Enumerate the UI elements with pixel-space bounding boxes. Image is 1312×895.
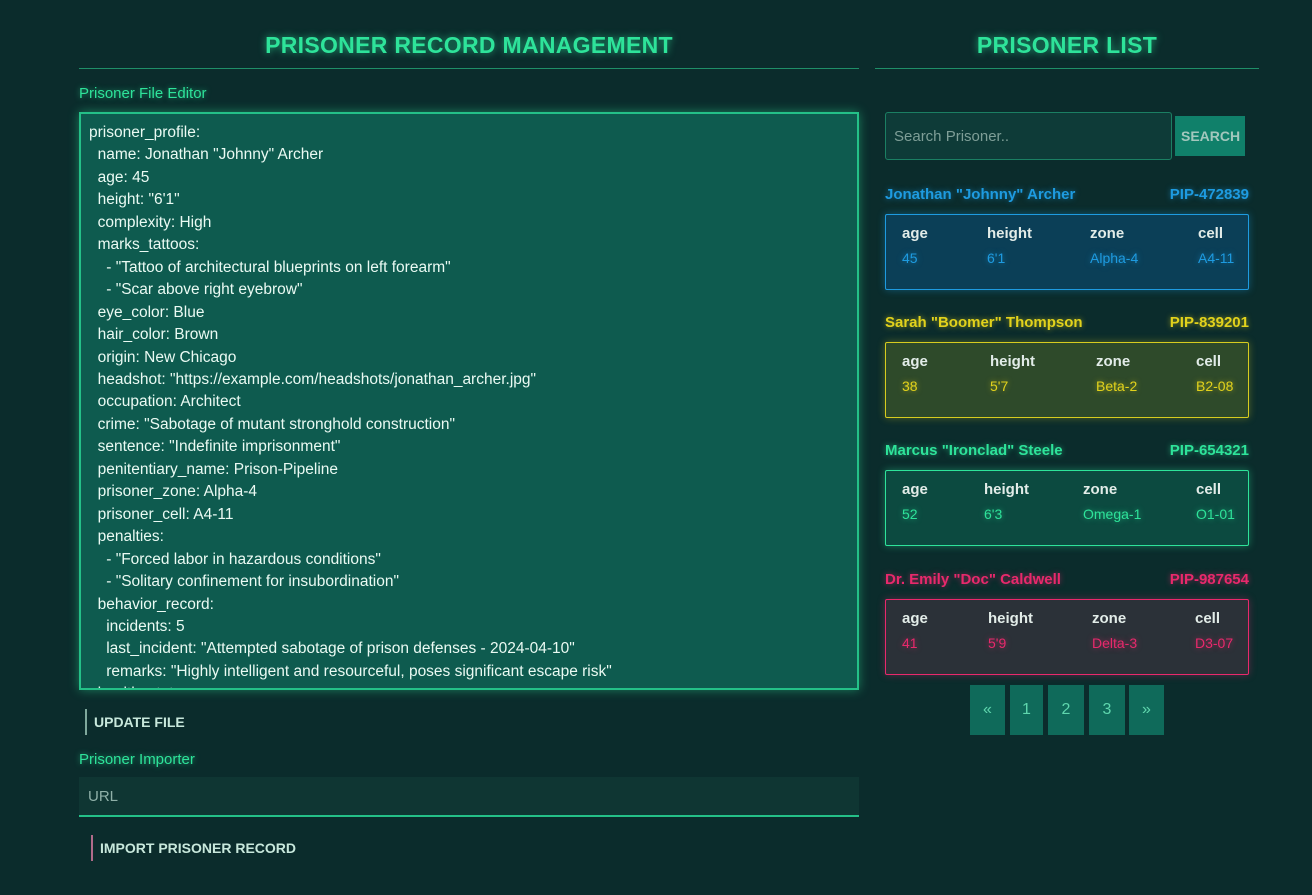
page-3-button[interactable]: 3 [1089, 685, 1125, 735]
cell-value: A4-11 [1198, 250, 1235, 266]
page-2-button[interactable]: 2 [1048, 685, 1084, 735]
age-label: age [902, 481, 928, 498]
age-value: 52 [902, 506, 918, 522]
import-prisoner-record-button[interactable]: IMPORT PRISONER RECORD [93, 839, 296, 857]
prisoner-name[interactable]: Sarah "Boomer" Thompson [885, 314, 1083, 331]
prisoner-id: PIP-987654 [1169, 571, 1249, 588]
cell-label: cell [1198, 225, 1224, 242]
prisoner-name[interactable]: Jonathan "Johnny" Archer [885, 186, 1075, 203]
zone-label: zone [1092, 610, 1127, 627]
zone-label: zone [1083, 481, 1118, 498]
zone-label: zone [1090, 225, 1125, 242]
age-label: age [902, 610, 928, 627]
zone-label: zone [1096, 353, 1131, 370]
prisoner-id: PIP-472839 [1169, 186, 1249, 203]
zone-value: Delta-3 [1092, 635, 1138, 651]
page-title: PRISONER RECORD MANAGEMENT [79, 0, 859, 69]
update-file-button[interactable]: UPDATE FILE [87, 713, 185, 731]
height-label: height [990, 353, 1035, 370]
cell-label: cell [1195, 610, 1221, 627]
page-1-button[interactable]: 1 [1010, 685, 1043, 735]
age-label: age [902, 353, 928, 370]
prisoner-card[interactable]: Marcus "Ironclad" Steele PIP-654321 age 5… [885, 442, 1249, 546]
cell-value: B2-08 [1196, 378, 1234, 394]
cell-label: cell [1196, 481, 1222, 498]
search-input[interactable] [885, 112, 1172, 160]
height-label: height [984, 481, 1029, 498]
prisoner-name[interactable]: Marcus "Ironclad" Steele [885, 442, 1063, 459]
prisoner-stats: age 52 height 6'3 zone Omega-1 cell O1-01 [885, 470, 1249, 546]
cell-value: D3-07 [1195, 635, 1234, 651]
cell-value: O1-01 [1196, 506, 1235, 522]
zone-value: Alpha-4 [1090, 250, 1139, 266]
height-value: 6'1 [987, 250, 1006, 266]
prisoner-card[interactable]: Sarah "Boomer" Thompson PIP-839201 age 38… [885, 314, 1249, 418]
prev-page-button[interactable]: « [970, 685, 1005, 735]
prisoner-id: PIP-654321 [1169, 442, 1249, 459]
cell-label: cell [1196, 353, 1222, 370]
height-value: 5'7 [990, 378, 1009, 394]
editor-label: Prisoner File Editor [79, 85, 207, 102]
prisoner-stats: age 38 height 5'7 zone Beta-2 cell B2-08 [885, 342, 1249, 418]
age-label: age [902, 225, 928, 242]
next-page-button[interactable]: » [1129, 685, 1164, 735]
prisoner-stats: age 45 height 6'1 zone Alpha-4 cell A4-11 [885, 214, 1249, 290]
age-value: 38 [902, 378, 918, 394]
prisoner-stats: age 41 height 5'9 zone Delta-3 cell D3-07 [885, 599, 1249, 675]
prisoner-list-panel: PRISONER LIST SEARCH Jonathan "Johnny" A… [875, 0, 1259, 735]
prisoner-list-title: PRISONER LIST [875, 0, 1259, 69]
url-input[interactable] [79, 777, 859, 817]
prisoner-card[interactable]: Jonathan "Johnny" Archer PIP-472839 age 4… [885, 186, 1249, 290]
prisoner-id: PIP-839201 [1169, 314, 1249, 331]
age-value: 45 [902, 250, 918, 266]
prisoner-name[interactable]: Dr. Emily "Doc" Caldwell [885, 571, 1061, 588]
importer-label: Prisoner Importer [79, 751, 195, 768]
height-label: height [988, 610, 1033, 627]
zone-value: Omega-1 [1083, 506, 1142, 522]
prisoner-card[interactable]: Dr. Emily "Doc" Caldwell PIP-987654 age 4… [885, 571, 1249, 675]
prisoner-file-editor[interactable] [79, 112, 859, 690]
age-value: 41 [902, 635, 918, 651]
search-button[interactable]: SEARCH [1175, 116, 1245, 156]
height-value: 5'9 [988, 635, 1007, 651]
height-label: height [987, 225, 1032, 242]
height-value: 6'3 [984, 506, 1003, 522]
zone-value: Beta-2 [1096, 378, 1138, 394]
editor-panel: PRISONER RECORD MANAGEMENT Prisoner File… [79, 0, 859, 861]
